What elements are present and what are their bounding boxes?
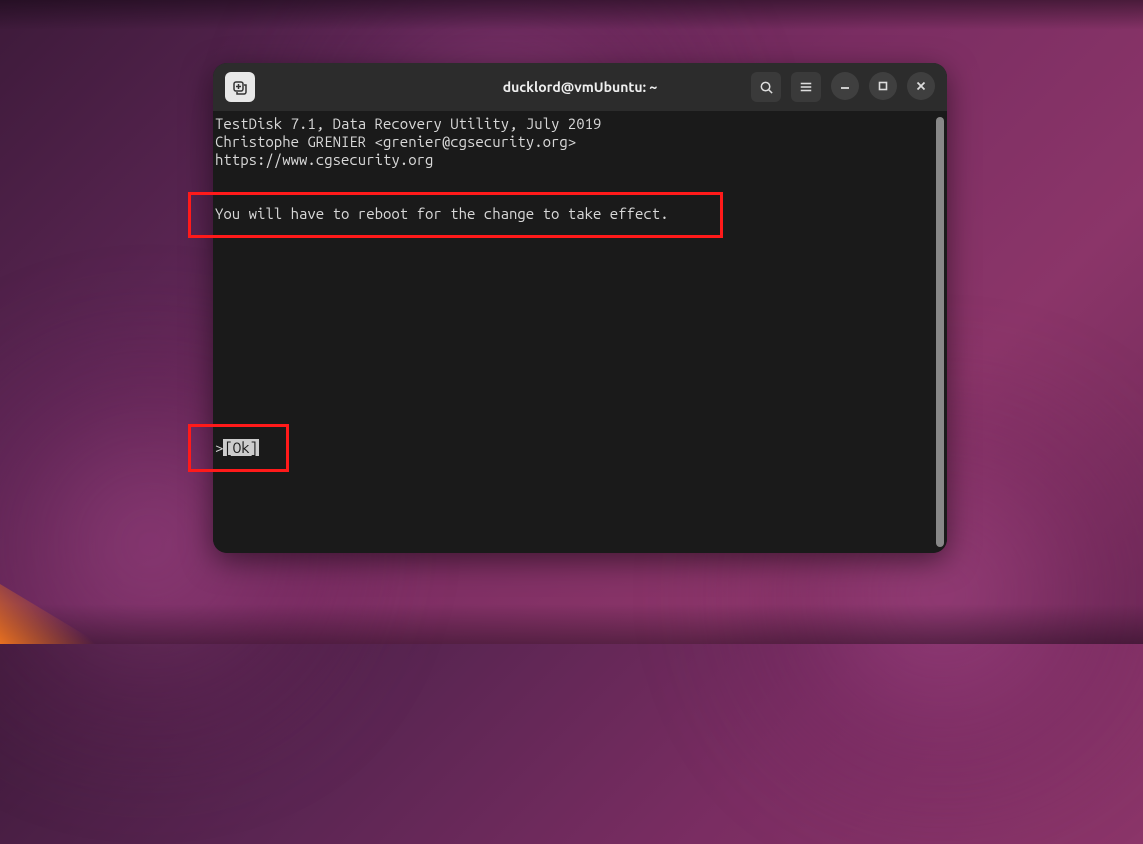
minimize-icon [839, 80, 851, 92]
terminal-window: ducklord@vmUbuntu: ~ [213, 63, 947, 553]
reboot-message: You will have to reboot for the change t… [215, 205, 669, 222]
terminal-line: TestDisk 7.1, Data Recovery Utility, Jul… [215, 115, 601, 132]
scrollbar[interactable] [936, 117, 944, 547]
new-tab-icon [232, 79, 248, 95]
new-tab-button[interactable] [225, 72, 255, 102]
terminal-content: TestDisk 7.1, Data Recovery Utility, Jul… [215, 115, 935, 549]
ok-button[interactable]: [Ok] [223, 439, 259, 456]
terminal-line: Christophe GRENIER <grenier@cgsecurity.o… [215, 133, 576, 150]
search-button[interactable] [751, 72, 781, 102]
terminal-line: https://www.cgsecurity.org [215, 151, 433, 168]
close-icon [915, 80, 927, 92]
menu-button[interactable] [791, 72, 821, 102]
hamburger-icon [799, 80, 813, 94]
window-title: ducklord@vmUbuntu: ~ [503, 79, 658, 95]
maximize-icon [877, 80, 889, 92]
search-icon [759, 80, 774, 95]
minimize-button[interactable] [831, 72, 859, 100]
close-button[interactable] [907, 72, 935, 100]
titlebar: ducklord@vmUbuntu: ~ [213, 63, 947, 111]
maximize-button[interactable] [869, 72, 897, 100]
terminal-body[interactable]: TestDisk 7.1, Data Recovery Utility, Jul… [213, 111, 947, 553]
